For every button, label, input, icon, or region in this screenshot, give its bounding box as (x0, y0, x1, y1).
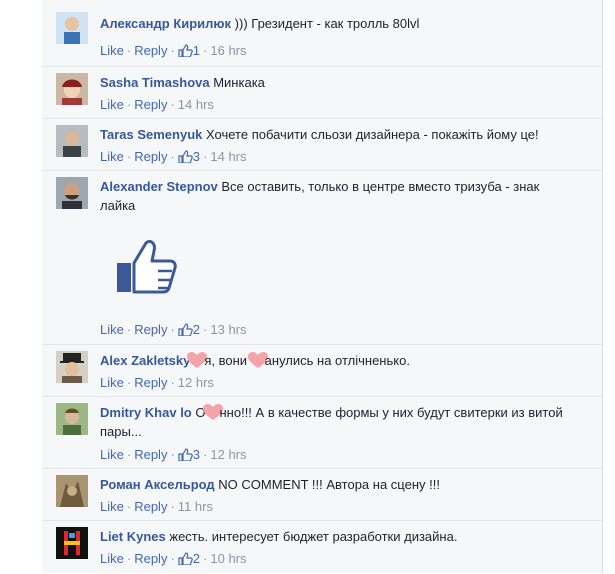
reply-link[interactable]: Reply (134, 97, 167, 112)
avatar[interactable] (56, 12, 88, 44)
comment-time[interactable]: 12 hrs (210, 447, 246, 462)
reaction-count[interactable]: 3 (178, 149, 200, 164)
comment-text: я, вони (204, 353, 251, 368)
comment-item: Александр Кирилюк ))) Грезидент - как тр… (42, 0, 602, 70)
reaction-count[interactable]: 3 (178, 447, 200, 462)
reply-link[interactable]: Reply (134, 499, 167, 514)
thumbs-up-icon (178, 323, 193, 336)
comment-author[interactable]: Александр Кирилюк (100, 16, 231, 31)
comment-text: Минкака (213, 75, 265, 90)
avatar[interactable] (56, 177, 88, 209)
comment-author[interactable]: Liet Kynes (100, 529, 166, 544)
comment-time[interactable]: 12 hrs (178, 375, 214, 390)
like-link[interactable]: Like (100, 322, 124, 337)
like-link[interactable]: Like (100, 149, 124, 164)
comment-item: Liet Kynes жесть. интересует бюджет разр… (42, 520, 602, 574)
comment-text: анулись на отлічненько. (264, 353, 410, 368)
comment-time[interactable]: 14 hrs (178, 97, 214, 112)
like-link[interactable]: Like (100, 499, 124, 514)
comment-author[interactable]: Роман Аксельрод (100, 477, 215, 492)
avatar[interactable] (56, 125, 88, 157)
comment-time[interactable]: 11 hrs (178, 499, 213, 514)
thumbs-up-sticker-icon (117, 239, 177, 294)
thumbs-up-icon (178, 44, 193, 57)
avatar[interactable] (56, 403, 88, 435)
comment-author[interactable]: Taras Semenyuk (100, 127, 202, 142)
reaction-count[interactable]: 1 (178, 43, 200, 58)
comment-author[interactable]: Alex Zakletsky (100, 353, 190, 368)
comment-text: NO COMMENT !!! Автора на сцену !!! (218, 477, 440, 492)
comment-item: Роман Аксельрод NO COMMENT !!! Автора на… (42, 468, 602, 521)
comment-time[interactable]: 13 hrs (210, 322, 246, 337)
like-link[interactable]: Like (100, 375, 124, 390)
avatar[interactable] (56, 73, 88, 105)
reply-link[interactable]: Reply (134, 322, 167, 337)
comment-item: Dmitry Khav lo Онно!!! А в качестве форм… (42, 396, 602, 469)
avatar[interactable] (56, 527, 88, 559)
comment-item: Sasha Timashova Минкака Like · Reply · 14 hr… (42, 66, 602, 119)
comment-item: Alexander Stepnov Все оставить, только в… (42, 170, 602, 345)
comment-time[interactable]: 16 hrs (210, 43, 246, 58)
thumbs-up-icon (178, 150, 193, 163)
reply-link[interactable]: Reply (134, 447, 167, 462)
comment-author[interactable]: Alexander Stepnov (100, 179, 218, 194)
comment-text: жесть. интересует бюджет разработки диза… (169, 529, 458, 544)
avatar[interactable] (56, 351, 88, 383)
reply-link[interactable]: Reply (134, 43, 167, 58)
comment-time[interactable]: 14 hrs (210, 149, 246, 164)
reply-link[interactable]: Reply (134, 551, 167, 566)
avatar[interactable] (56, 475, 88, 507)
reply-link[interactable]: Reply (134, 375, 167, 390)
comment-text: Хочете побачити сльози дизайнера - покаж… (206, 127, 539, 142)
reaction-count[interactable]: 2 (178, 551, 200, 566)
like-link[interactable]: Like (100, 97, 124, 112)
like-link[interactable]: Like (100, 447, 124, 462)
reaction-count[interactable]: 2 (178, 322, 200, 337)
comment-item: Alex Zakletsky я, вони анулись на отлічне… (42, 344, 602, 397)
like-link[interactable]: Like (100, 43, 124, 58)
comment-text: ))) Грезидент - как тролль 80lvl (234, 16, 420, 31)
reply-link[interactable]: Reply (134, 149, 167, 164)
comment-item: Taras Semenyuk Хочете побачити сльози ди… (42, 118, 602, 171)
thumbs-up-icon (178, 552, 193, 565)
thumbs-up-icon (178, 448, 193, 461)
comment-time[interactable]: 10 hrs (210, 551, 246, 566)
like-link[interactable]: Like (100, 551, 124, 566)
comment-author[interactable]: Dmitry Khav lo (100, 405, 192, 420)
comment-author[interactable]: Sasha Timashova (100, 75, 210, 90)
